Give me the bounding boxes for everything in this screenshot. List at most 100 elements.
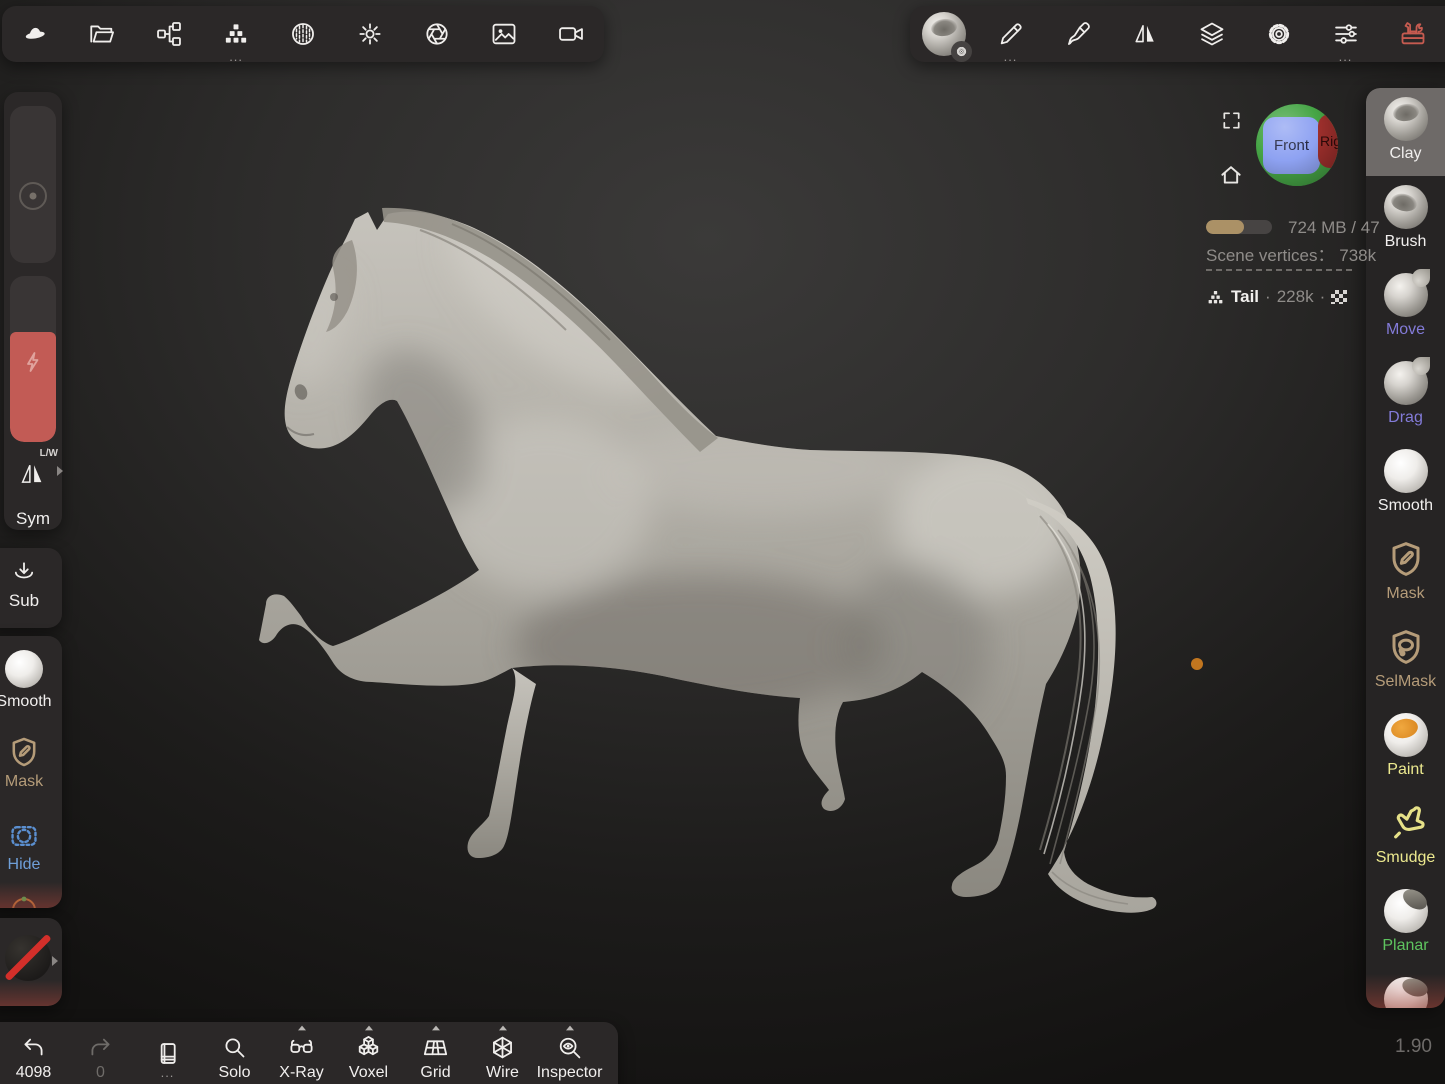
quick-tool-smooth[interactable]: Smooth [0, 650, 62, 710]
scene-vertices-label: Scene vertices： [1206, 246, 1335, 265]
files-button[interactable] [69, 6, 136, 62]
gizmo-tool-icon[interactable] [8, 896, 40, 908]
subdivide-arrow-icon [10, 558, 38, 586]
zoom-indicator: 1.90 [1372, 1036, 1432, 1058]
toggle-xray[interactable]: X-Ray [268, 1022, 335, 1084]
quick-tools-panel: Smooth Mask Hide [0, 636, 62, 908]
toggle-label: X-Ray [279, 1065, 323, 1081]
home-view-icon[interactable] [1218, 162, 1244, 188]
quick-tool-label: Hide [8, 857, 41, 873]
app-window: 1.90 ... [0, 0, 1445, 1084]
brush-selmask[interactable]: SelMask [1366, 616, 1445, 704]
brush-move[interactable]: Move [1366, 264, 1445, 352]
expand-arrow-icon[interactable] [52, 956, 58, 966]
interface-sliders-button[interactable]: ... [1312, 6, 1379, 62]
brush-next-partial[interactable] [1366, 968, 1445, 1008]
brush-planar[interactable]: Planar [1366, 880, 1445, 968]
brush-smooth[interactable]: Smooth [1366, 440, 1445, 528]
material-gear-badge-icon [951, 41, 972, 62]
paintbrush-icon [1064, 20, 1092, 48]
inspector-eye-icon [556, 1034, 583, 1061]
grid-plane-icon [422, 1034, 449, 1061]
symmetry-toggle[interactable]: L/W Sym [4, 450, 62, 527]
brush-label: Planar [1382, 938, 1428, 954]
hud-separator [1206, 269, 1352, 271]
drag-brush-icon [1384, 361, 1428, 405]
camera-button[interactable] [537, 6, 604, 62]
toggle-voxel[interactable]: Voxel [335, 1022, 402, 1084]
xray-glasses-icon [288, 1034, 315, 1061]
lighting-button[interactable] [336, 6, 403, 62]
alpha-checker-icon [1331, 290, 1347, 304]
brush-mask[interactable]: Mask [1366, 528, 1445, 616]
radius-slider[interactable] [10, 106, 56, 263]
toggle-label: Grid [420, 1065, 450, 1081]
radius-handle-icon[interactable] [19, 182, 47, 210]
material-none-panel [0, 918, 62, 1006]
more-indicator: ... [161, 1071, 175, 1075]
toggle-grid[interactable]: Grid [402, 1022, 469, 1084]
expand-arrow-icon[interactable] [57, 466, 63, 476]
paint-settings-button[interactable] [1044, 6, 1111, 62]
selected-layer-row[interactable]: Tail · 228k · [1206, 287, 1347, 307]
toggle-wire[interactable]: Wire [469, 1022, 536, 1084]
layers-button[interactable] [1178, 6, 1245, 62]
toggle-inspector[interactable]: Inspector [536, 1022, 603, 1084]
app-logo-button[interactable] [2, 6, 69, 62]
redo-icon [87, 1034, 114, 1061]
layer-name: Tail [1231, 287, 1259, 307]
fullscreen-icon[interactable] [1220, 109, 1243, 132]
intensity-fill [10, 332, 56, 442]
history-notes-button[interactable]: ... [134, 1022, 201, 1084]
orientation-gizmo[interactable]: Front Right [1256, 104, 1338, 186]
smooth-brush-icon [1384, 449, 1428, 493]
topology-button[interactable]: ... [203, 6, 270, 62]
no-material-icon[interactable] [5, 935, 51, 981]
toolbox-button[interactable] [1379, 6, 1445, 62]
matcap-sphere-icon [289, 20, 317, 48]
symmetry-button[interactable] [1111, 6, 1178, 62]
stroke-pen-button[interactable]: ... [977, 6, 1044, 62]
undo-button[interactable]: 4098 [0, 1022, 67, 1084]
background-button[interactable] [470, 6, 537, 62]
brush-drag[interactable]: Drag [1366, 352, 1445, 440]
main-toolbar-right: ... [910, 6, 1445, 62]
redo-button[interactable]: 0 [67, 1022, 134, 1084]
intensity-slider[interactable] [10, 276, 56, 442]
subdivide-button[interactable]: Sub [0, 558, 62, 609]
brush-smudge[interactable]: Smudge [1366, 792, 1445, 880]
brush-clay[interactable]: Clay [1366, 88, 1445, 176]
matcap-button[interactable] [270, 6, 337, 62]
aperture-icon [423, 20, 451, 48]
toggle-solo[interactable]: Solo [201, 1022, 268, 1084]
brush-label: SelMask [1375, 674, 1436, 690]
brush-label: Smudge [1376, 850, 1436, 866]
brush-label: Drag [1388, 410, 1423, 426]
undo-count: 4098 [16, 1065, 52, 1081]
scene-vertices-value: 738k [1339, 246, 1376, 265]
viewport-toolbar: 4098 0 ... Solo X-Ray [0, 1022, 618, 1084]
symmetry-mirror-icon [17, 459, 47, 489]
quick-tool-hide[interactable]: Hide [0, 820, 62, 873]
postprocess-button[interactable] [403, 6, 470, 62]
brush-label: Brush [1385, 234, 1427, 250]
more-indicator: ... [1312, 55, 1379, 59]
main-toolbar-left: ... [2, 6, 604, 62]
quick-tool-mask[interactable]: Mask [0, 735, 62, 790]
brush-paint[interactable]: Paint [1366, 704, 1445, 792]
layer-pyramid-icon [1206, 288, 1225, 307]
brush-label: Paint [1387, 762, 1423, 778]
material-button[interactable] [910, 6, 977, 62]
smooth-ball-icon [5, 650, 43, 688]
toggle-label: Voxel [349, 1065, 388, 1081]
paint-brush-icon [1384, 713, 1428, 757]
toolbox-icon [1399, 20, 1427, 48]
move-brush-icon [1384, 273, 1428, 317]
brush-label: Mask [1386, 586, 1424, 602]
scene-graph-button[interactable] [136, 6, 203, 62]
redo-count: 0 [96, 1065, 105, 1081]
settings-button[interactable] [1245, 6, 1312, 62]
voxel-cubes-icon [355, 1034, 382, 1061]
solo-magnifier-icon [221, 1034, 248, 1061]
brush-icon [1384, 185, 1428, 229]
